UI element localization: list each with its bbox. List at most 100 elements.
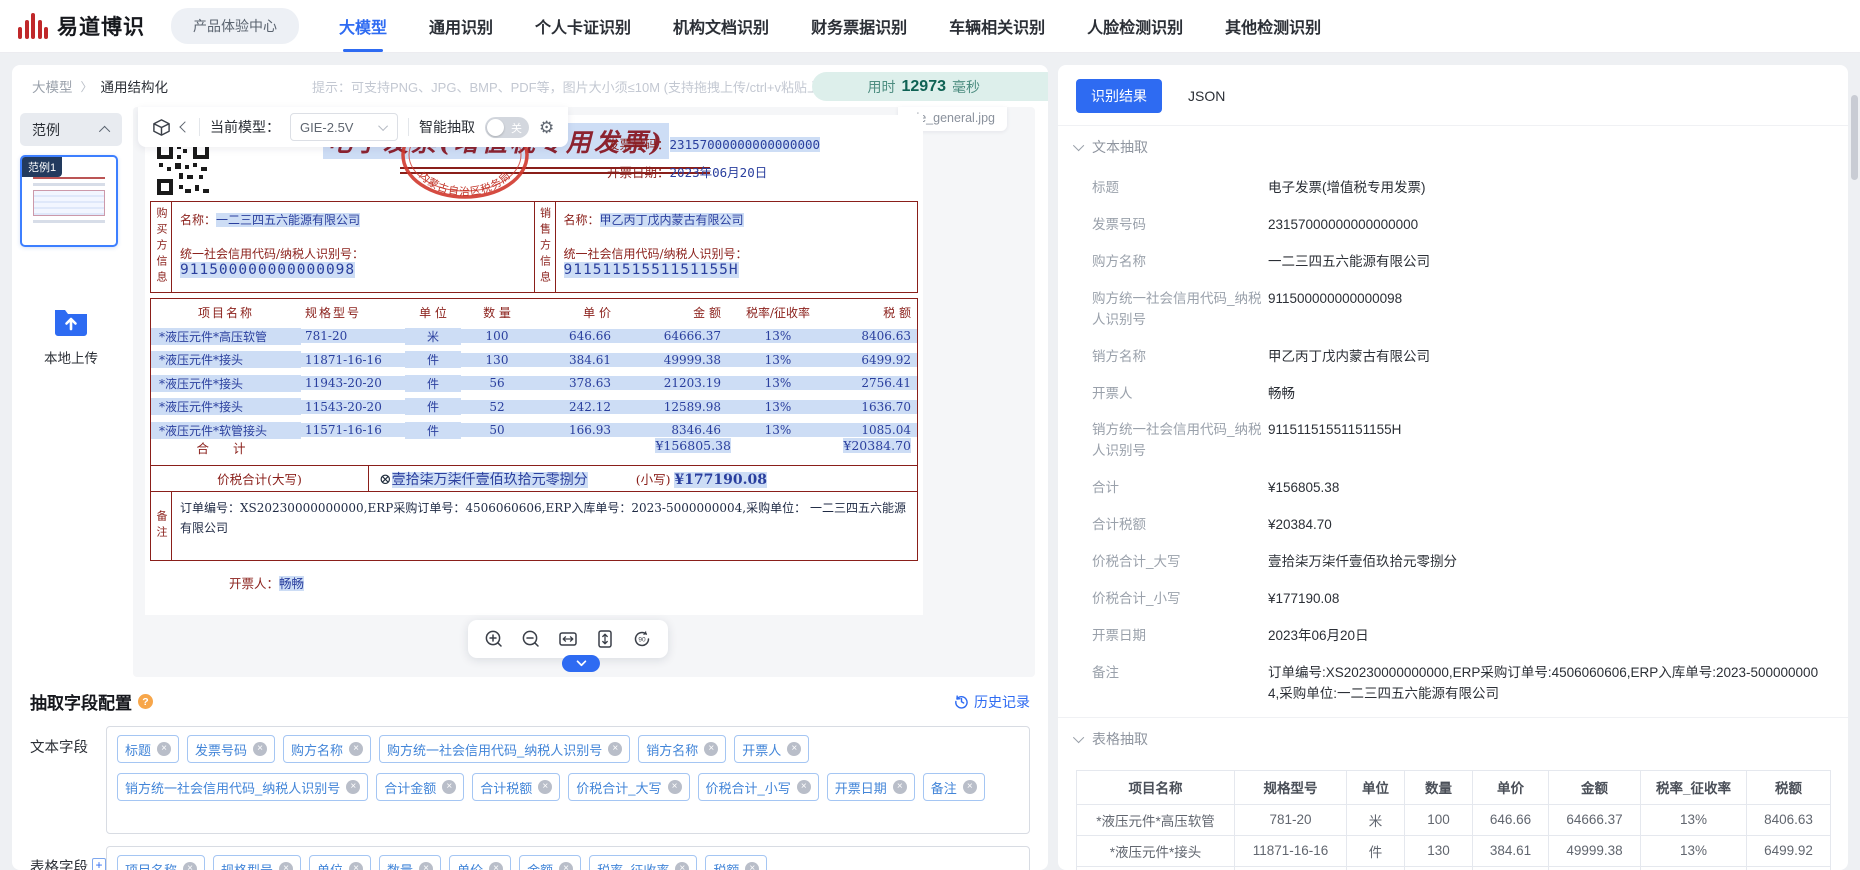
model-select[interactable]: GIE-2.5V <box>290 113 398 141</box>
field-chip[interactable]: 项目名称× <box>117 855 205 870</box>
result-table-cell: 21203.19 <box>1549 866 1641 870</box>
examples-collapse-header[interactable]: 范例 <box>20 113 122 146</box>
chip-remove-icon[interactable]: × <box>183 862 197 870</box>
chip-remove-icon[interactable]: × <box>797 780 811 794</box>
chip-remove-icon[interactable]: × <box>538 780 552 794</box>
nav-item-7[interactable]: 其他检测识别 <box>1225 0 1321 52</box>
chip-remove-icon[interactable]: × <box>608 742 622 756</box>
chip-remove-icon[interactable]: × <box>489 862 503 870</box>
field-chip[interactable]: 数量 × <box>379 855 441 870</box>
invoice-item-cell: 2756.41 <box>861 376 911 390</box>
breadcrumb-root[interactable]: 大模型 <box>32 76 73 96</box>
chip-remove-icon[interactable]: × <box>279 862 293 870</box>
chip-remove-icon[interactable]: × <box>559 862 573 870</box>
history-link[interactable]: 历史记录 <box>954 692 1030 712</box>
field-chip[interactable]: 开票日期× <box>827 773 915 801</box>
nav-item-0[interactable]: 大模型 <box>339 0 387 52</box>
result-table-cell: *液压元件*高压软管 <box>1077 804 1235 835</box>
chip-remove-icon[interactable]: × <box>442 780 456 794</box>
chip-remove-icon[interactable]: × <box>893 780 907 794</box>
add-table-field-icon[interactable]: + <box>92 858 106 870</box>
taxtotal-number: ¥177190.08 <box>674 472 767 488</box>
smart-extract-label: 智能抽取 <box>419 117 475 137</box>
chip-remove-icon[interactable]: × <box>419 862 433 870</box>
field-chip[interactable]: 税率_征收率× <box>589 855 697 870</box>
field-chip[interactable]: 规格型号× <box>213 855 301 870</box>
fit-height-icon[interactable] <box>595 629 615 649</box>
field-chip[interactable]: 购方统一社会信用代码_纳税人识别号× <box>379 735 630 763</box>
kv-row: 销方统一社会信用代码_纳税人识别号91151151551151155H <box>1092 412 1828 470</box>
field-chip[interactable]: 合计金额× <box>376 773 464 801</box>
smart-extract-toggle[interactable]: 关 <box>485 117 529 138</box>
nav-item-1[interactable]: 通用识别 <box>429 0 493 52</box>
package-icon[interactable] <box>152 118 171 137</box>
result-table-header: 项目名称 <box>1077 770 1235 804</box>
nav-item-3[interactable]: 机构文档识别 <box>673 0 769 52</box>
kv-value: 畅畅 <box>1264 384 1828 405</box>
field-chip-label: 价税合计_小写 <box>706 778 791 797</box>
field-chip[interactable]: 合计税额× <box>472 773 560 801</box>
kv-row: 价税合计_小写¥177190.08 <box>1092 581 1828 618</box>
upload-icon <box>53 305 89 337</box>
field-chip[interactable]: 标题× <box>117 735 179 763</box>
field-chip[interactable]: 税额× <box>705 855 767 870</box>
taxtotal-label: 价税合计(大写) <box>151 466 369 491</box>
rotate-90-icon[interactable]: 90 <box>632 629 652 649</box>
chip-remove-icon[interactable]: × <box>675 862 689 870</box>
field-chip-label: 数量 <box>387 860 413 870</box>
chip-remove-icon[interactable]: × <box>745 862 759 870</box>
field-chip[interactable]: 金额× <box>519 855 581 870</box>
text-extract-section-header[interactable]: 文本抽取 <box>1058 126 1848 168</box>
kv-key: 开票日期 <box>1092 626 1264 647</box>
field-chip[interactable]: 备注× <box>923 773 985 801</box>
collapse-viewer-pill[interactable] <box>562 655 600 672</box>
table-extract-section-header[interactable]: 表格抽取 <box>1058 717 1848 760</box>
local-upload-button[interactable]: 本地上传 <box>20 305 122 367</box>
field-chip[interactable]: 单位× <box>309 855 371 870</box>
buyer-name: 一二三四五六能源有限公司 <box>216 213 360 227</box>
field-chip[interactable]: 价税合计_小写 × <box>698 773 819 801</box>
brand-logo[interactable]: 易道博识 <box>18 11 145 41</box>
field-chip[interactable]: 开票人 × <box>734 735 809 763</box>
field-chip[interactable]: 发票号码× <box>187 735 275 763</box>
nav-pill-experience-center[interactable]: 产品体验中心 <box>171 8 299 44</box>
collapse-left-icon[interactable] <box>179 121 190 132</box>
field-chip[interactable]: 单价× <box>449 855 511 870</box>
fit-width-icon[interactable] <box>558 629 578 649</box>
invoice-item-cell: 6499.92 <box>861 353 911 367</box>
result-table-cell: 646.66 <box>1473 804 1549 835</box>
page-scrollbar-thumb[interactable] <box>1851 95 1858 180</box>
tab-json[interactable]: JSON <box>1188 88 1225 104</box>
nav-item-5[interactable]: 车辆相关识别 <box>949 0 1045 52</box>
zoom-in-icon[interactable] <box>484 629 504 649</box>
chip-remove-icon[interactable]: × <box>668 780 682 794</box>
kv-value: 2023年06月20日 <box>1264 626 1828 647</box>
result-table-row: *液压元件*高压软管781-20米100646.6664666.3713%840… <box>1077 804 1831 835</box>
workspace-panel: 大模型 〉 通用结构化 提示：可支持PNG、JPG、BMP、PDF等，图片大小须… <box>12 65 1048 870</box>
nav-item-4[interactable]: 财务票据识别 <box>811 0 907 52</box>
example-thumbnail-1[interactable]: 范例1 <box>20 155 118 247</box>
zoom-out-icon[interactable] <box>521 629 541 649</box>
invoice-item-cell: 646.66 <box>569 329 611 343</box>
invoice-item-cell: 49999.38 <box>664 353 721 367</box>
tab-recognition-result[interactable]: 识别结果 <box>1076 79 1162 113</box>
gear-icon[interactable]: ⚙ <box>539 119 554 136</box>
field-chip[interactable]: 销方名称× <box>638 735 726 763</box>
field-chip[interactable]: 购方名称× <box>283 735 371 763</box>
field-chip-label: 开票人 <box>742 740 781 759</box>
chip-remove-icon[interactable]: × <box>704 742 718 756</box>
chip-remove-icon[interactable]: × <box>349 862 363 870</box>
invoice-item-row: *液压元件*高压软管781-20米100646.6664666.3713%840… <box>151 328 917 345</box>
field-chip[interactable]: 销方统一社会信用代码_纳税人识别号× <box>117 773 368 801</box>
help-icon[interactable]: ? <box>138 694 153 709</box>
chip-remove-icon[interactable]: × <box>346 780 360 794</box>
chip-remove-icon[interactable]: × <box>157 742 171 756</box>
nav-item-6[interactable]: 人脸检测识别 <box>1087 0 1183 52</box>
nav-item-2[interactable]: 个人卡证识别 <box>535 0 631 52</box>
chip-remove-icon[interactable]: × <box>253 742 267 756</box>
invoice-date-value: 2023年06月20日 <box>670 165 768 180</box>
chip-remove-icon[interactable]: × <box>349 742 363 756</box>
field-chip[interactable]: 价税合计_大写× <box>568 773 689 801</box>
chip-remove-icon[interactable]: × <box>963 780 977 794</box>
chip-remove-icon[interactable]: × <box>787 742 801 756</box>
